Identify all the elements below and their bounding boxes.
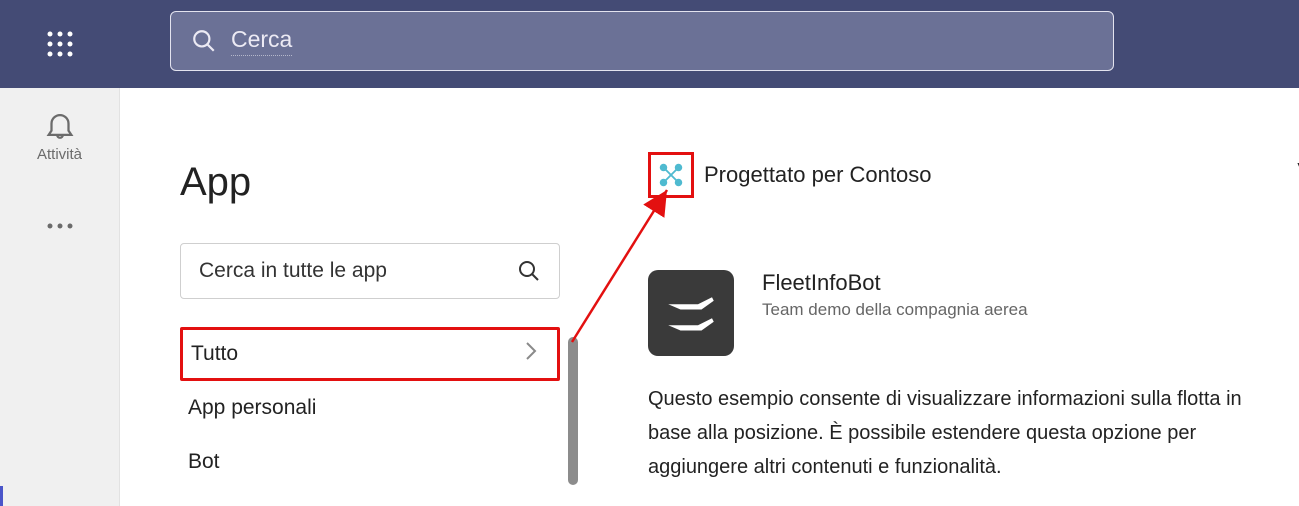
main-content: App Cerca in tutte le app Tutto App pers… <box>120 88 1299 506</box>
apps-search-input[interactable]: Cerca in tutte le app <box>180 243 560 299</box>
apps-search-placeholder: Cerca in tutte le app <box>199 259 387 283</box>
tenant-logo-icon <box>656 160 686 190</box>
search-icon <box>191 28 217 54</box>
apps-panel: App Cerca in tutte le app Tutto App pers… <box>180 160 570 489</box>
app-description: Questo esempio consente di visualizzare … <box>648 382 1288 484</box>
search-icon <box>517 259 541 283</box>
accent-bar <box>0 486 3 506</box>
waffle-icon <box>45 29 75 59</box>
section-title: Progettato per Contoso <box>704 162 931 188</box>
category-label: Tutto <box>191 342 238 366</box>
category-bot[interactable]: Bot <box>180 435 560 489</box>
global-search-placeholder: Cerca <box>231 26 292 56</box>
ellipsis-icon <box>45 221 75 231</box>
app-meta: FleetInfoBot Team demo della compagnia a… <box>762 270 1028 320</box>
app-icon <box>648 270 734 356</box>
app-launcher-button[interactable] <box>0 0 120 88</box>
left-rail: Attività <box>0 88 120 506</box>
app-card[interactable]: FleetInfoBot Team demo della compagnia a… <box>648 270 1288 356</box>
category-label: App personali <box>188 396 316 420</box>
category-label: Bot <box>188 450 220 474</box>
section-header: Progettato per Contoso Visualizza tutto <box>648 150 1288 200</box>
category-scrollbar[interactable] <box>568 337 578 485</box>
rail-activity-button[interactable]: Attività <box>0 108 119 163</box>
category-personal-apps[interactable]: App personali <box>180 381 560 435</box>
bell-icon <box>43 108 77 142</box>
global-search-input[interactable]: Cerca <box>170 11 1114 71</box>
apps-category-list: Tutto App personali Bot <box>180 327 570 489</box>
top-bar: Cerca <box>0 0 1299 88</box>
rail-more-button[interactable] <box>45 218 75 236</box>
chevron-right-icon <box>523 339 539 369</box>
app-name: FleetInfoBot <box>762 270 1028 296</box>
category-all[interactable]: Tutto <box>180 327 560 381</box>
tenant-logo-highlight <box>648 152 694 198</box>
airplane-icon <box>663 285 719 341</box>
apps-section: Progettato per Contoso Visualizza tutto … <box>648 150 1288 484</box>
rail-activity-label: Attività <box>37 146 82 163</box>
app-publisher: Team demo della compagnia aerea <box>762 300 1028 320</box>
apps-title: App <box>180 160 570 205</box>
